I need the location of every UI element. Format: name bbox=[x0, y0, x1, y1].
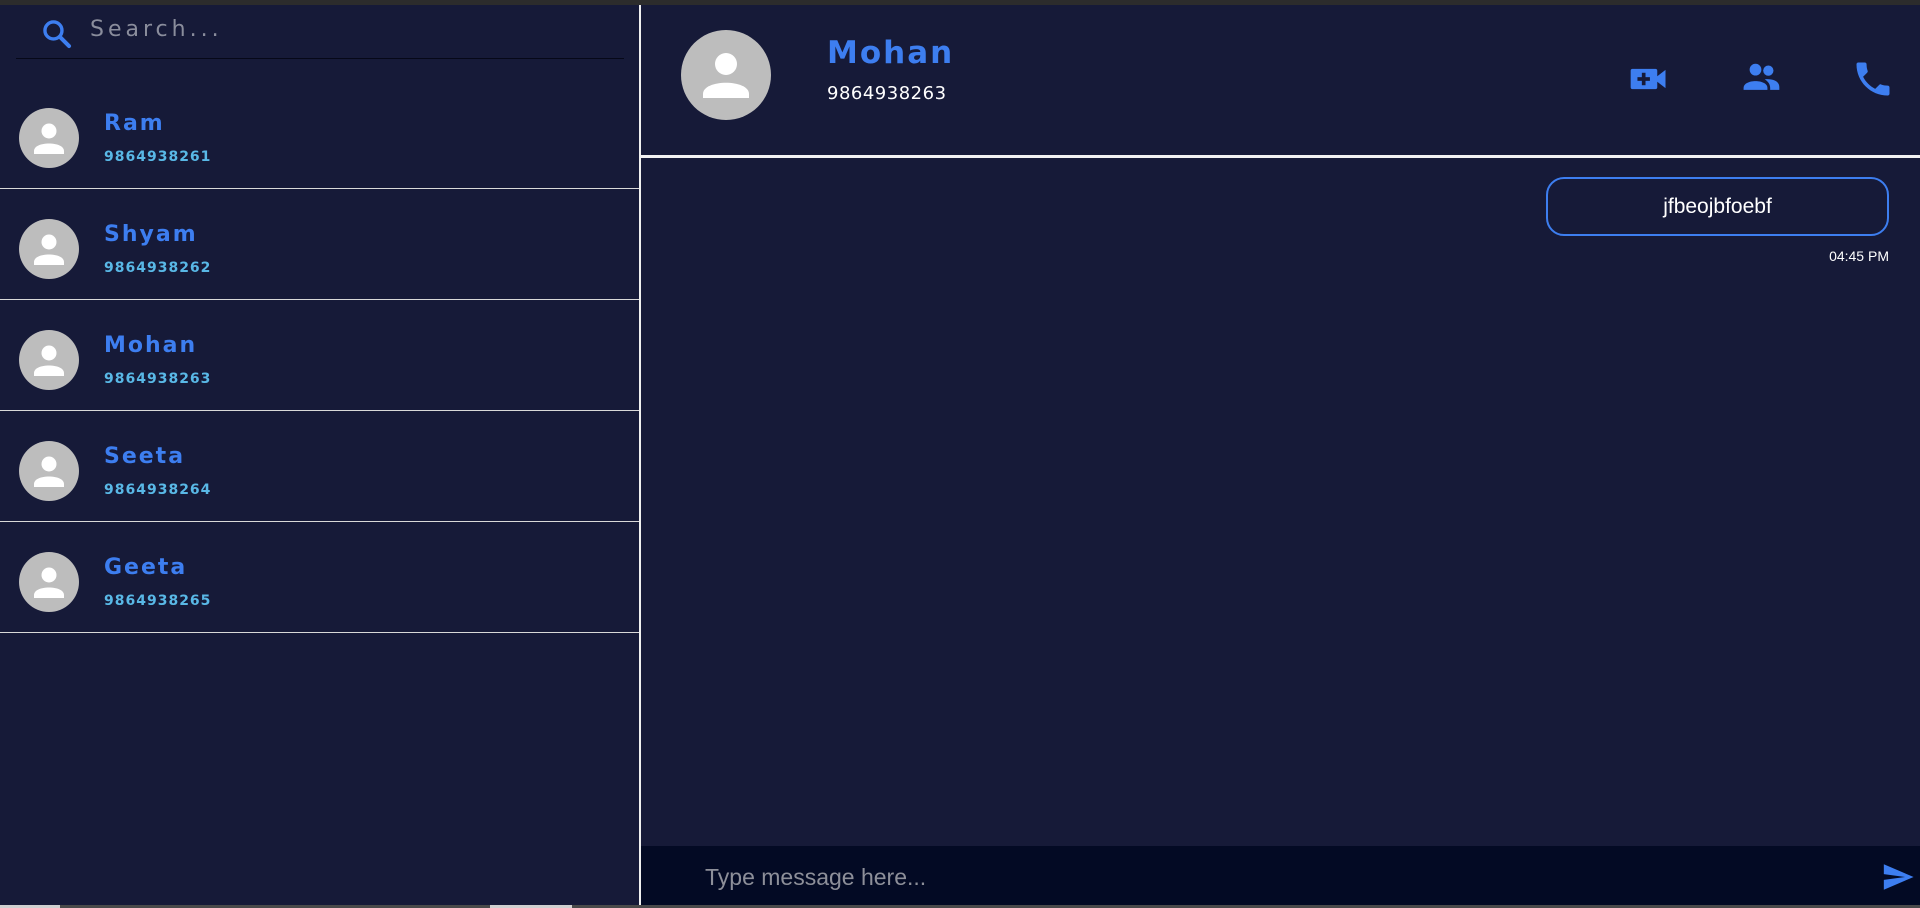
video-call-icon[interactable] bbox=[1627, 57, 1671, 101]
contact-name: Ram bbox=[104, 111, 165, 136]
contact-name: Shyam bbox=[104, 222, 198, 247]
avatar bbox=[19, 330, 79, 390]
person-icon bbox=[34, 456, 64, 487]
search-bar bbox=[16, 5, 624, 59]
contact-phone: 9864938263 bbox=[104, 371, 212, 387]
send-icon[interactable] bbox=[1879, 860, 1917, 894]
avatar bbox=[19, 552, 79, 612]
message-bubble: jfbeojbfoebf bbox=[1546, 177, 1889, 236]
avatar bbox=[19, 441, 79, 501]
chat-contact-name: Mohan bbox=[827, 35, 955, 71]
person-icon bbox=[703, 53, 749, 98]
contact-phone: 9864938262 bbox=[104, 260, 212, 276]
message-composer bbox=[641, 846, 1920, 908]
contact-item-shyam[interactable]: Shyam 9864938262 bbox=[0, 189, 640, 300]
search-input[interactable] bbox=[90, 11, 610, 47]
contact-name: Mohan bbox=[104, 333, 198, 358]
contact-phone: 9864938265 bbox=[104, 593, 212, 609]
contact-item-mohan[interactable]: Mohan 9864938263 bbox=[0, 300, 640, 411]
contacts-sidebar: Ram 9864938261 Shyam 9864938262 Mohan 98… bbox=[0, 5, 640, 908]
person-icon bbox=[34, 234, 64, 265]
chat-contact-phone: 9864938263 bbox=[827, 83, 947, 104]
contact-phone: 9864938261 bbox=[104, 149, 212, 165]
phone-icon[interactable] bbox=[1851, 57, 1895, 101]
contact-name: Geeta bbox=[104, 555, 188, 580]
group-icon[interactable] bbox=[1739, 55, 1783, 99]
person-icon bbox=[34, 123, 64, 154]
person-icon bbox=[34, 567, 64, 598]
contact-item-geeta[interactable]: Geeta 9864938265 bbox=[0, 522, 640, 633]
avatar bbox=[19, 219, 79, 279]
avatar bbox=[681, 30, 771, 120]
message-list: jfbeojbfoebf 04:45 PM bbox=[641, 161, 1920, 851]
chat-pane: Mohan 9864938263 jfbeojbfoebf 04:45 PM bbox=[641, 5, 1920, 908]
contact-phone: 9864938264 bbox=[104, 482, 212, 498]
chat-header: Mohan 9864938263 bbox=[641, 5, 1920, 158]
avatar bbox=[19, 108, 79, 168]
contact-list: Ram 9864938261 Shyam 9864938262 Mohan 98… bbox=[0, 78, 640, 633]
person-icon bbox=[34, 345, 64, 376]
contact-item-ram[interactable]: Ram 9864938261 bbox=[0, 78, 640, 189]
contact-name: Seeta bbox=[104, 444, 186, 469]
search-icon[interactable] bbox=[40, 17, 74, 51]
message-input[interactable] bbox=[705, 858, 1805, 896]
message-timestamp: 04:45 PM bbox=[1829, 248, 1889, 264]
contact-item-seeta[interactable]: Seeta 9864938264 bbox=[0, 411, 640, 522]
